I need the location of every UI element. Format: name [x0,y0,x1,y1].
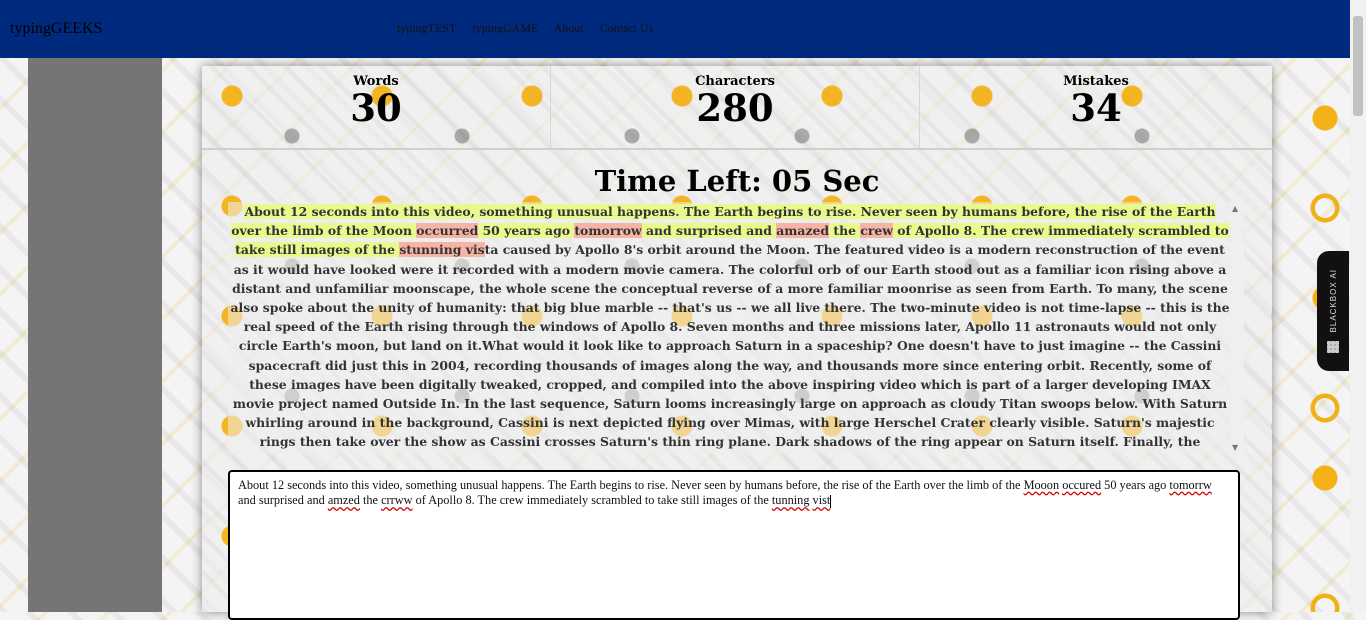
nav-link-about[interactable]: About [554,21,584,35]
typed-segment: of Apollo 8. The crew immediately scramb… [412,493,772,508]
passage-remaining: ta caused by Apollo 8's orbit around the… [230,242,1230,454]
typing-input[interactable]: About 12 seconds into this video, someth… [228,470,1240,620]
mistakes-value: 34 [1070,86,1122,130]
blackbox-widget[interactable]: BLACKBOX AI [1317,251,1349,371]
typed-segment: the [359,493,382,508]
nav-link-contact[interactable]: Contact Us [600,21,654,35]
passage-box[interactable]: About 12 seconds into this video, someth… [228,202,1244,454]
typed-misspelled: occured [1062,478,1102,492]
passage-error: occurred [416,223,479,239]
typed-misspelled: tomorrw [1169,478,1212,492]
passage-error: vis [461,242,485,258]
passage-error: amazed [776,223,830,239]
stats-bar: Words 30 Characters 280 Mistakes 34 [202,66,1272,150]
typed-segment: About 12 seconds into this video, someth… [238,478,1024,492]
passage-segment: 50 years ago [478,223,575,239]
nav-link-typing-game[interactable]: typingGAME [472,21,538,35]
page-scrollbar[interactable] [1350,0,1366,612]
time-left: Time Left: 05 Sec [594,164,880,198]
passage-segment: the [829,223,861,239]
typed-misspelled: Mooon [1023,478,1060,492]
typed-misspelled: amzed [327,493,360,508]
characters-stat: Characters 280 [551,66,920,148]
typed-misspelled: vist [812,493,831,508]
blackbox-icon [1327,340,1339,353]
scroll-down-icon[interactable]: ▼ [1232,443,1238,452]
passage-error: stunning [399,242,462,258]
page-scrollbar-thumb[interactable] [1353,16,1363,116]
scroll-up-icon[interactable]: ▲ [1232,204,1238,213]
passage-text: About 12 seconds into this video, someth… [228,202,1232,454]
nav-links: typingTEST typingGAME About Contact Us [397,21,666,36]
blackbox-label: BLACKBOX AI [1328,269,1338,333]
typed-segment: 50 years ago [1101,478,1170,492]
passage-scrollbar[interactable]: ▲ ▼ [1230,202,1244,454]
typing-test-panel: Words 30 Characters 280 Mistakes 34 Time… [202,66,1272,620]
text-caret [830,494,832,508]
passage-segment: and surprised and [641,223,777,239]
passage-error: tomorrow [574,223,642,239]
navbar: typingGEEKS typingTEST typingGAME About … [0,0,1350,58]
nav-link-typing-test[interactable]: typingTEST [397,21,456,35]
words-stat: Words 30 [202,66,551,148]
characters-value: 280 [696,86,774,130]
mistakes-stat: Mistakes 34 [920,66,1272,148]
left-sidebar-band [28,58,162,612]
typed-segment: and surprised and [238,493,328,508]
typed-misspelled: tunning [771,493,810,508]
brand-logo[interactable]: typingGEEKS [10,20,102,38]
words-value: 30 [350,86,402,130]
passage-error: crew [860,223,893,239]
typed-misspelled: crrww [381,493,413,508]
